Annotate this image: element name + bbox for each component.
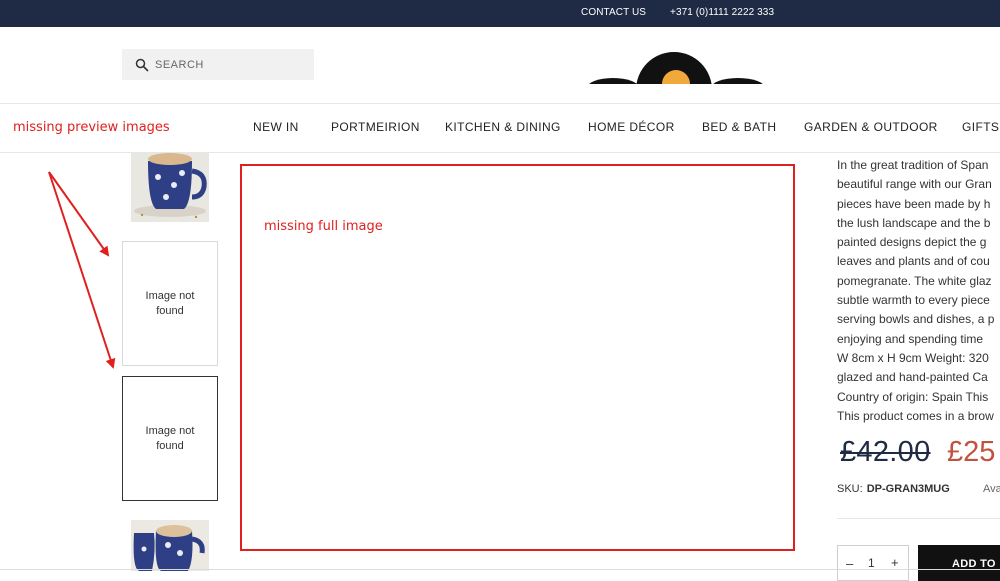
quantity-value[interactable]: 1 (868, 556, 875, 570)
annotation-missing-full: missing full image (264, 219, 383, 234)
description-line: This product comes in a brow (837, 408, 994, 423)
availability-label: Ava (983, 483, 1000, 495)
add-to-cart-button[interactable]: ADD TO (918, 545, 1000, 581)
sku-value: DP-GRAN3MUG (866, 483, 950, 495)
nav-garden-outdoor[interactable]: GARDEN & OUTDOOR (804, 120, 938, 134)
image-not-found-text: Image not found (145, 424, 195, 452)
description-line: W 8cm x H 9cm Weight: 320 (837, 350, 989, 365)
site-logo[interactable] (585, 52, 765, 84)
thumbnail-mug-1[interactable] (122, 153, 218, 223)
description-line: pieces have been made by h (837, 196, 991, 211)
nav-portmeirion[interactable]: PORTMEIRION (331, 120, 420, 134)
description-line: enjoying and spending time (837, 331, 984, 346)
quantity-stepper: – 1 + (837, 545, 909, 581)
quantity-increase-button[interactable]: + (891, 555, 899, 570)
sale-price: £25 (947, 436, 996, 468)
nav-gifts[interactable]: GIFTS (962, 120, 999, 134)
image-not-found-text: Image not found (145, 289, 195, 317)
description-line: painted designs depict the g (837, 235, 987, 250)
description-line: serving bowls and dishes, a p (837, 312, 995, 327)
thumbnail-image-not-found-1[interactable]: Image not found (122, 241, 218, 366)
page-bottom-divider (0, 569, 1000, 570)
nav-home-decor[interactable]: HOME DÉCOR (588, 120, 675, 134)
product-description: In the great tradition of Span beautiful… (837, 156, 1000, 426)
nav-bed-bath[interactable]: BED & BATH (702, 120, 776, 134)
thumbnail-mug-2[interactable] (122, 511, 218, 571)
description-line: beautiful range with our Gran (837, 177, 992, 192)
description-line: subtle warmth to every piece (837, 293, 990, 308)
description-line: leaves and plants and of cou (837, 254, 990, 269)
description-line: In the great tradition of Span (837, 158, 989, 172)
description-line: glazed and hand-painted Ca (837, 370, 988, 385)
phone-link[interactable]: +371 (0)1111 2222 333 (670, 7, 774, 18)
sku-info: SKU: DP-GRAN3MUG (837, 483, 950, 495)
price-divider (837, 518, 1000, 519)
nav-new-in[interactable]: NEW IN (253, 120, 299, 134)
nav-kitchen-dining[interactable]: KITCHEN & DINING (445, 120, 561, 134)
original-price: £42.00 (840, 436, 931, 468)
description-line: pomegranate. The white glaz (837, 273, 992, 288)
description-line: the lush landscape and the b (837, 215, 991, 230)
thumbnail-image-not-found-2[interactable]: Image not found (122, 376, 218, 501)
sku-label: SKU: (837, 483, 863, 495)
contact-us-link[interactable]: CONTACT US (581, 7, 646, 18)
description-line: Country of origin: Spain This (837, 389, 989, 404)
